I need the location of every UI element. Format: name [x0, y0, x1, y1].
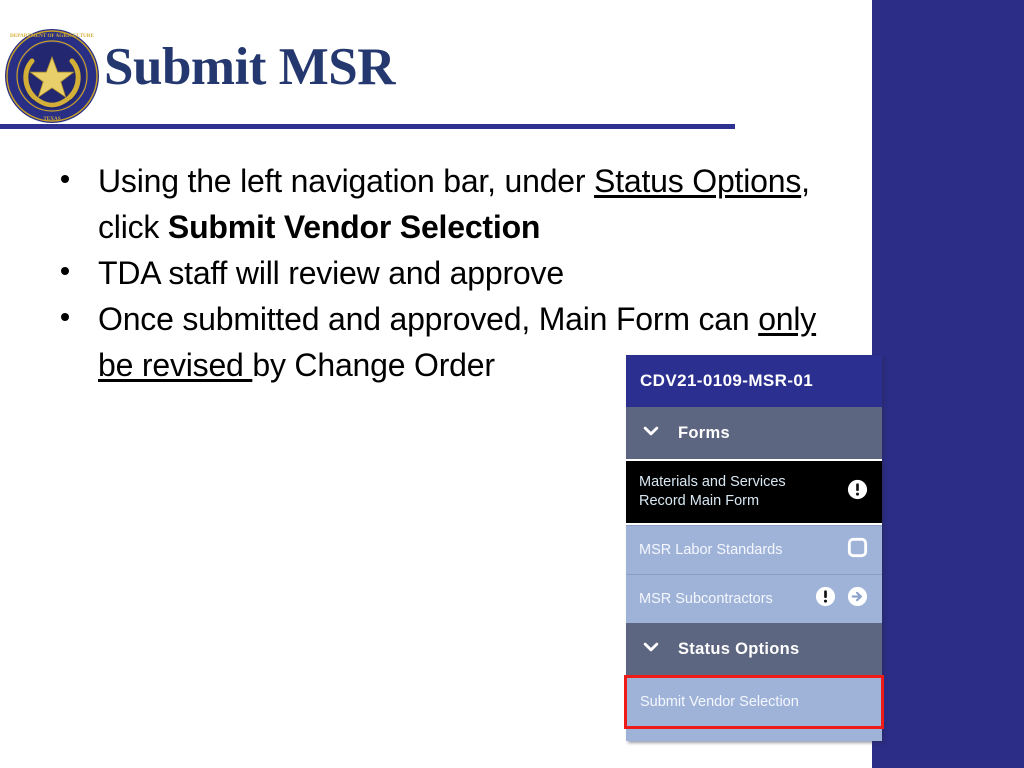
chevron-down-icon[interactable] — [638, 421, 664, 446]
nav-record-id: CDV21-0109-MSR-01 — [640, 371, 814, 390]
nav-group-label: Forms — [678, 423, 730, 442]
nav-item-label: Materials and Services Record Main Form — [639, 474, 786, 509]
bullet-segment: TDA staff will review and approve — [98, 255, 564, 291]
bullet-list: Using the left navigation bar, under Sta… — [44, 158, 844, 388]
nav-item-icons — [814, 585, 869, 613]
exclamation-circle-icon[interactable] — [846, 478, 869, 506]
nav-groups-container: Forms Materials and Services Record Main F… — [624, 407, 884, 729]
bullet-dot-icon — [61, 267, 69, 275]
bullet-dot-icon — [61, 175, 69, 183]
list-item: TDA staff will review and approve — [44, 250, 844, 296]
checkbox-square-icon[interactable] — [846, 536, 869, 564]
nav-group-header-status-options[interactable]: Status Options — [626, 623, 882, 675]
bullet-segment: Submit Vendor Selection — [167, 209, 541, 245]
nav-group-header-forms[interactable]: Forms — [626, 407, 882, 459]
nav-item-msr-subcontractors[interactable]: MSR Subcontractors — [626, 574, 882, 623]
arrow-right-circle-icon[interactable] — [846, 585, 869, 613]
nav-item-submit-vendor-selection[interactable]: Submit Vendor Selection — [624, 675, 884, 729]
list-item: Using the left navigation bar, under Sta… — [44, 158, 844, 250]
nav-item-icons — [846, 536, 869, 564]
bullet-segment: Status Options — [594, 163, 802, 199]
bullet-dot-icon — [61, 313, 69, 321]
slide-header: DEPARTMENT OF AGRICULTURE TEXAS Submit M… — [0, 0, 872, 132]
bullet-text-1: Using the left navigation bar, under Sta… — [98, 163, 810, 245]
navigation-panel-screenshot: CDV21-0109-MSR-01 Forms Materials and Ser… — [624, 355, 884, 741]
chevron-down-icon[interactable] — [641, 637, 661, 662]
nav-item-icons — [846, 478, 869, 506]
nav-item-label: MSR Labor Standards — [639, 541, 783, 558]
svg-text:DEPARTMENT OF AGRICULTURE: DEPARTMENT OF AGRICULTURE — [10, 33, 95, 39]
bullet-text-2: TDA staff will review and approve — [98, 255, 564, 291]
texas-department-of-agriculture-seal-icon: DEPARTMENT OF AGRICULTURE TEXAS — [3, 27, 101, 125]
nav-item-label: Submit Vendor Selection — [640, 693, 799, 710]
chevron-down-icon[interactable] — [641, 421, 661, 446]
bullet-segment: Once submitted and approved, Main Form c… — [98, 301, 759, 337]
bullet-segment: by Change Order — [252, 347, 495, 383]
nav-group-label: Status Options — [678, 639, 800, 658]
nav-item-materials-and-services-record-main-form[interactable]: Materials and Services Record Main Form — [626, 459, 882, 525]
nav-item-msr-labor-standards[interactable]: MSR Labor Standards — [626, 525, 882, 574]
svg-text:TEXAS: TEXAS — [43, 116, 60, 122]
exclamation-circle-icon[interactable] — [814, 585, 837, 613]
bullet-segment: Using the left navigation bar, under — [98, 163, 595, 199]
nav-item-label: MSR Subcontractors — [639, 590, 773, 607]
header-divider-rule — [0, 124, 735, 129]
nav-record-title-bar: CDV21-0109-MSR-01 — [626, 355, 882, 407]
page-title: Submit MSR — [104, 38, 395, 96]
right-brand-band — [872, 0, 1024, 768]
chevron-down-icon[interactable] — [638, 637, 664, 662]
